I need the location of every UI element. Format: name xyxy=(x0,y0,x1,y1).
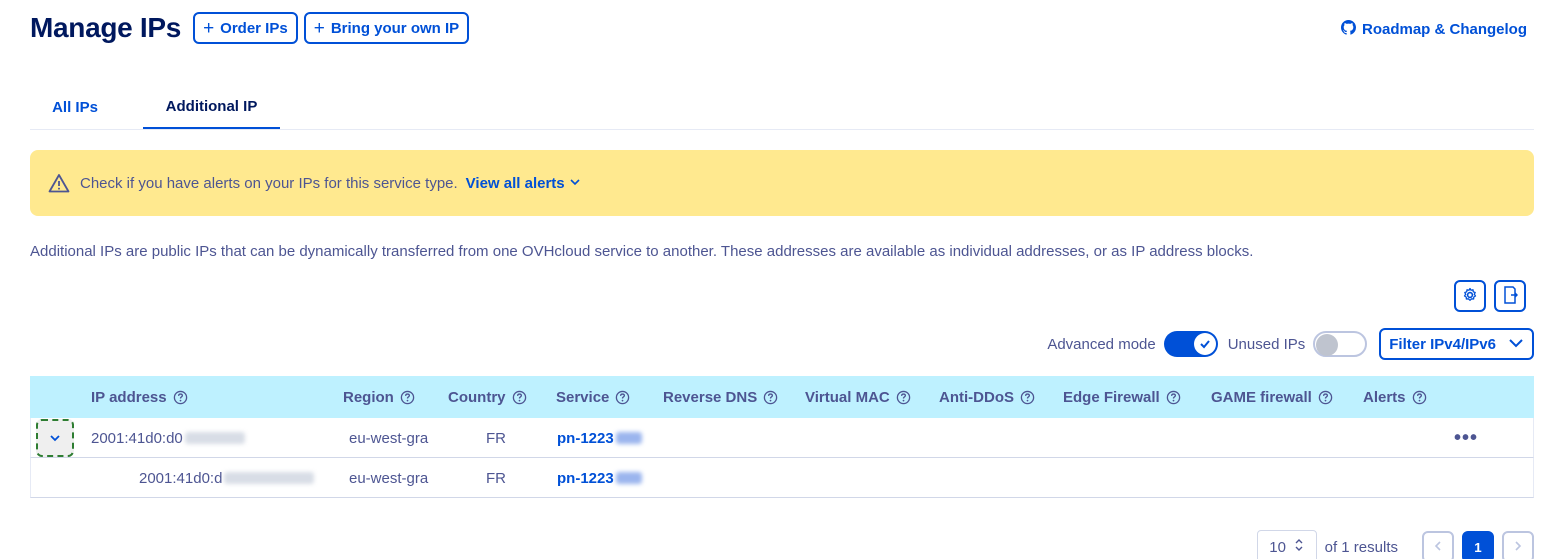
page-size-value: 10 xyxy=(1269,538,1286,556)
alert-message: Check if you have alerts on your IPs for… xyxy=(80,174,458,192)
column-label: Service xyxy=(556,388,610,406)
column-game-firewall[interactable]: GAME firewall xyxy=(1211,376,1333,418)
page-title: Manage IPs xyxy=(30,12,182,43)
help-icon[interactable] xyxy=(400,390,415,405)
pagination: 10 of 1 results 1 xyxy=(1256,530,1534,559)
filter-label: Filter IPv4/IPv6 xyxy=(1389,335,1496,353)
help-icon[interactable] xyxy=(173,390,188,405)
page-header: Manage IPs + Order IPs + Bring your own … xyxy=(30,12,470,44)
page-1-button[interactable]: 1 xyxy=(1462,531,1494,559)
roadmap-label: Roadmap & Changelog xyxy=(1361,21,1527,38)
help-icon[interactable] xyxy=(615,390,630,405)
order-ips-button[interactable]: + Order IPs xyxy=(193,12,298,44)
table-toolbar: Advanced mode Unused IPs Filter IPv4/IPv… xyxy=(1047,328,1534,360)
redacted-text xyxy=(224,472,315,484)
export-button[interactable] xyxy=(1494,280,1526,312)
row-expand-button[interactable] xyxy=(36,419,74,457)
tab-additional-ip[interactable]: Additional IP xyxy=(143,86,280,129)
help-icon[interactable] xyxy=(1318,390,1333,405)
tab-bar: All IPs Additional IP xyxy=(30,86,1534,130)
byoip-label: Bring your own IP xyxy=(330,19,460,37)
ip-address-text: 2001:41d0:d xyxy=(139,469,223,487)
chevron-down-icon xyxy=(1508,336,1524,353)
ip-table: IP address Region Country Service Revers… xyxy=(30,376,1534,498)
column-label: Reverse DNS xyxy=(663,388,758,406)
order-ips-label: Order IPs xyxy=(220,19,288,37)
chevron-down-icon xyxy=(49,431,61,446)
chevron-right-icon xyxy=(1513,540,1523,555)
column-service[interactable]: Service xyxy=(556,376,630,418)
help-icon[interactable] xyxy=(1020,390,1035,405)
country-cell: FR xyxy=(486,429,506,447)
unused-ips-toggle[interactable] xyxy=(1313,331,1368,357)
sort-icon xyxy=(1294,538,1304,556)
more-icon: ••• xyxy=(1453,426,1478,449)
description-text: Additional IPs are public IPs that can b… xyxy=(30,243,1254,260)
check-icon xyxy=(1193,333,1216,355)
advanced-mode-label: Advanced mode xyxy=(1047,335,1156,353)
column-virtual-mac[interactable]: Virtual MAC xyxy=(805,376,911,418)
previous-page-button[interactable] xyxy=(1422,531,1454,559)
column-country[interactable]: Country xyxy=(448,376,527,418)
help-icon[interactable] xyxy=(896,390,911,405)
unused-ips-label: Unused IPs xyxy=(1227,335,1306,353)
column-label: Virtual MAC xyxy=(805,388,890,406)
help-icon[interactable] xyxy=(1166,390,1181,405)
ip-address-text: 2001:41d0:d0 xyxy=(91,429,183,447)
table-row: 2001:41d0:d0 eu-west-gra FR pn-1223 ••• xyxy=(30,418,1534,458)
help-icon[interactable] xyxy=(1412,390,1427,405)
column-region[interactable]: Region xyxy=(343,376,415,418)
advanced-mode-toggle[interactable] xyxy=(1163,331,1218,357)
tab-all-ips[interactable]: All IPs xyxy=(30,86,120,129)
region-cell: eu-west-gra xyxy=(349,469,429,487)
view-all-alerts-label: View all alerts xyxy=(465,174,565,192)
settings-button[interactable] xyxy=(1454,280,1486,312)
column-label: Edge Firewall xyxy=(1063,388,1160,406)
view-all-alerts-link[interactable]: View all alerts xyxy=(466,175,581,192)
export-icon xyxy=(1502,285,1519,307)
column-label: GAME firewall xyxy=(1211,388,1312,406)
github-icon xyxy=(1340,20,1356,39)
filter-ipv4-ipv6-select[interactable]: Filter IPv4/IPv6 xyxy=(1379,328,1534,360)
column-anti-ddos[interactable]: Anti-DDoS xyxy=(939,376,1035,418)
warning-icon xyxy=(48,173,70,193)
region-cell: eu-west-gra xyxy=(349,429,429,447)
ip-address-cell: 2001:41d0:d xyxy=(139,458,315,498)
service-link[interactable]: pn-1223 xyxy=(557,418,642,458)
redacted-text xyxy=(615,432,642,444)
toggle-knob xyxy=(1316,334,1339,356)
column-label: IP address xyxy=(91,388,167,406)
table-row: 2001:41d0:d eu-west-gra FR pn-1223 xyxy=(30,458,1534,498)
column-label: Anti-DDoS xyxy=(939,388,1014,406)
plus-icon: + xyxy=(313,17,325,39)
ip-address-cell: 2001:41d0:d0 xyxy=(91,418,245,458)
chevron-left-icon xyxy=(1433,540,1443,555)
page-size-select[interactable]: 10 xyxy=(1256,530,1317,559)
redacted-text xyxy=(615,472,642,484)
column-label: Country xyxy=(448,388,506,406)
results-count: of 1 results xyxy=(1324,538,1398,556)
column-ip-address[interactable]: IP address xyxy=(91,376,188,418)
chevron-down-icon xyxy=(569,175,581,192)
alert-banner: Check if you have alerts on your IPs for… xyxy=(30,150,1534,216)
gear-icon xyxy=(1462,287,1478,306)
column-edge-firewall[interactable]: Edge Firewall xyxy=(1063,376,1181,418)
column-label: Alerts xyxy=(1363,388,1406,406)
help-icon[interactable] xyxy=(512,390,527,405)
help-icon[interactable] xyxy=(763,390,778,405)
column-alerts[interactable]: Alerts xyxy=(1363,376,1427,418)
next-page-button[interactable] xyxy=(1502,531,1534,559)
roadmap-changelog-link[interactable]: Roadmap & Changelog xyxy=(1340,20,1527,39)
table-header: IP address Region Country Service Revers… xyxy=(30,376,1534,418)
service-text: pn-1223 xyxy=(557,429,614,447)
service-text: pn-1223 xyxy=(557,469,614,487)
column-reverse-dns[interactable]: Reverse DNS xyxy=(663,376,778,418)
redacted-text xyxy=(184,432,245,444)
country-cell: FR xyxy=(486,469,506,487)
bring-your-own-ip-button[interactable]: + Bring your own IP xyxy=(303,12,470,44)
plus-icon: + xyxy=(203,17,215,39)
more-actions-button[interactable]: ••• xyxy=(1454,418,1478,458)
service-link[interactable]: pn-1223 xyxy=(557,458,642,498)
column-label: Region xyxy=(343,388,394,406)
